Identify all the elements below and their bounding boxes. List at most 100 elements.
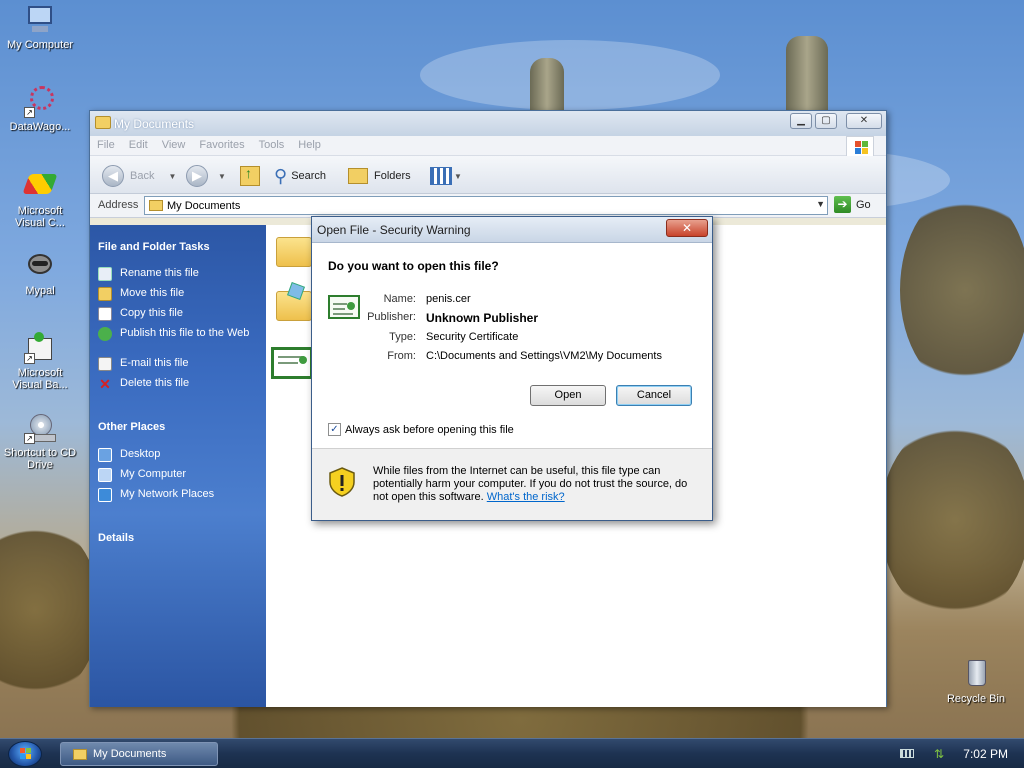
chevron-down-icon: ▼ (454, 171, 462, 181)
visual-studio-icon (22, 170, 58, 202)
views-icon (430, 167, 452, 185)
always-ask-checkbox-row[interactable]: ✓ Always ask before opening this file (328, 423, 514, 436)
datawagon-icon: ↗ (24, 86, 56, 118)
desktop-icon-visual-basic[interactable]: ↗ Microsoft Visual Ba... (2, 332, 78, 391)
folder-icon (95, 116, 111, 129)
copy-icon (98, 307, 112, 321)
certificate-file-icon[interactable] (271, 347, 313, 379)
chevron-down-icon[interactable]: ▼ (168, 172, 176, 181)
folder-icon (73, 748, 87, 760)
address-bar: Address My Documents ▼ ➔ Go (90, 194, 886, 218)
place-network[interactable]: My Network Places (98, 488, 258, 502)
forward-arrow-icon: ▶ (186, 165, 208, 187)
chevron-down-icon[interactable]: ▼ (816, 199, 825, 209)
window-titlebar[interactable]: My Documents ▁ ▢ ✕ (90, 111, 886, 136)
back-button[interactable]: ◀ Back ▼ (102, 164, 176, 188)
file-name-value: penis.cer (426, 293, 471, 305)
maximize-button[interactable]: ▢ (815, 113, 837, 129)
computer-icon (24, 4, 56, 36)
network-icon[interactable]: ⇅ (934, 747, 946, 761)
details-heading[interactable]: Details (98, 532, 134, 544)
raccoon-icon (24, 250, 56, 282)
start-button[interactable] (8, 741, 42, 767)
field-publisher: Publisher: Unknown Publisher (356, 311, 696, 325)
always-ask-checkbox[interactable]: ✓ (328, 423, 341, 436)
shield-warning-icon (329, 467, 355, 497)
open-button[interactable]: Open (530, 385, 606, 406)
task-copy[interactable]: Copy this file (98, 307, 258, 321)
dialog-divider (312, 448, 712, 449)
desktop-icon-datawagon[interactable]: ↗ DataWago... (2, 86, 78, 133)
computer-icon (98, 468, 112, 482)
task-label: Delete this file (120, 377, 190, 389)
my-pictures-folder-icon[interactable] (276, 282, 312, 321)
desktop-icon-mypal[interactable]: Mypal (2, 250, 78, 297)
folder-icon[interactable] (276, 237, 312, 267)
warning-message: While files from the Internet can be use… (373, 465, 703, 504)
desktop-icon-cd-drive[interactable]: ↗ Shortcut to CD Drive (2, 412, 78, 471)
other-places-heading[interactable]: Other Places (98, 421, 165, 433)
cloud (420, 40, 720, 110)
desktop-icon-my-computer[interactable]: My Computer (2, 4, 78, 51)
dialog-close-button[interactable]: ✕ (666, 219, 708, 237)
place-desktop[interactable]: Desktop (98, 448, 258, 462)
minimize-button[interactable]: ▁ (790, 113, 812, 129)
menu-file[interactable]: File (90, 136, 122, 151)
whats-the-risk-link[interactable]: What's the risk? (487, 491, 565, 503)
task-label: Copy this file (120, 307, 183, 319)
task-move[interactable]: Move this file (98, 287, 258, 301)
go-button[interactable]: ➔ Go (834, 196, 871, 213)
task-publish[interactable]: Publish this file to the Web (98, 327, 258, 341)
task-delete[interactable]: ✕ Delete this file (98, 377, 258, 391)
forward-button[interactable]: ▶ ▼ (186, 164, 226, 188)
visual-basic-icon: ↗ (24, 332, 56, 364)
windows-logo-icon (846, 136, 874, 158)
close-button[interactable]: ✕ (846, 113, 882, 129)
publisher-value: Unknown Publisher (426, 311, 539, 325)
taskbar: My Documents ⇅ 7:02 PM (0, 738, 1024, 768)
search-icon: ⚲ (274, 165, 288, 186)
taskbar-item-my-documents[interactable]: My Documents (60, 742, 218, 766)
up-folder-button[interactable]: ↑ (240, 164, 260, 188)
desktop-icon-label: Recycle Bin (946, 693, 1006, 705)
field-key: Publisher: (367, 311, 416, 323)
task-email[interactable]: E-mail this file (98, 357, 258, 371)
task-label: Publish this file to the Web (120, 327, 250, 339)
chevron-down-icon[interactable]: ▼ (218, 172, 226, 181)
clock[interactable]: 7:02 PM (963, 747, 1008, 761)
desktop-icon-visual-c[interactable]: Microsoft Visual C... (2, 170, 78, 229)
search-button[interactable]: ⚲ Search (274, 164, 326, 188)
cancel-button[interactable]: Cancel (616, 385, 692, 406)
keyboard-icon[interactable] (900, 749, 914, 758)
place-label: Desktop (120, 448, 161, 460)
field-key: From: (387, 350, 416, 362)
task-rename[interactable]: Rename this file (98, 267, 258, 281)
cactus (530, 58, 564, 118)
menu-tools[interactable]: Tools (252, 136, 292, 151)
toolbar: ◀ Back ▼ ▶ ▼ ↑ ⚲ Search Folders ▼ (90, 156, 886, 194)
field-type: Type: Security Certificate (356, 331, 696, 343)
menu-edit[interactable]: Edit (122, 136, 155, 151)
windows-logo-icon (20, 748, 31, 759)
views-button[interactable]: ▼ (430, 164, 462, 188)
desktop-icon (98, 448, 112, 462)
address-input[interactable]: My Documents ▼ (144, 196, 828, 215)
field-name: Name: penis.cer (356, 293, 696, 305)
menu-view[interactable]: View (155, 136, 193, 151)
file-tasks-heading[interactable]: File and Folder Tasks (98, 241, 210, 253)
shrub (900, 190, 1024, 390)
place-label: My Computer (120, 468, 187, 480)
dialog-titlebar[interactable]: Open File - Security Warning ✕ (312, 217, 712, 243)
task-label: Move this file (120, 287, 185, 299)
folder-icon (149, 200, 163, 211)
field-key: Type: (389, 331, 416, 343)
desktop-icon-recycle-bin[interactable]: Recycle Bin (938, 658, 1014, 705)
place-my-computer[interactable]: My Computer (98, 468, 258, 482)
rename-icon (98, 267, 112, 281)
desktop-icon-label: Shortcut to CD Drive (3, 447, 77, 471)
menu-help[interactable]: Help (291, 136, 328, 151)
field-from: From: C:\Documents and Settings\VM2\My D… (356, 350, 696, 362)
menu-favorites[interactable]: Favorites (192, 136, 251, 151)
cactus (786, 36, 828, 116)
folders-button[interactable]: Folders (348, 164, 411, 188)
